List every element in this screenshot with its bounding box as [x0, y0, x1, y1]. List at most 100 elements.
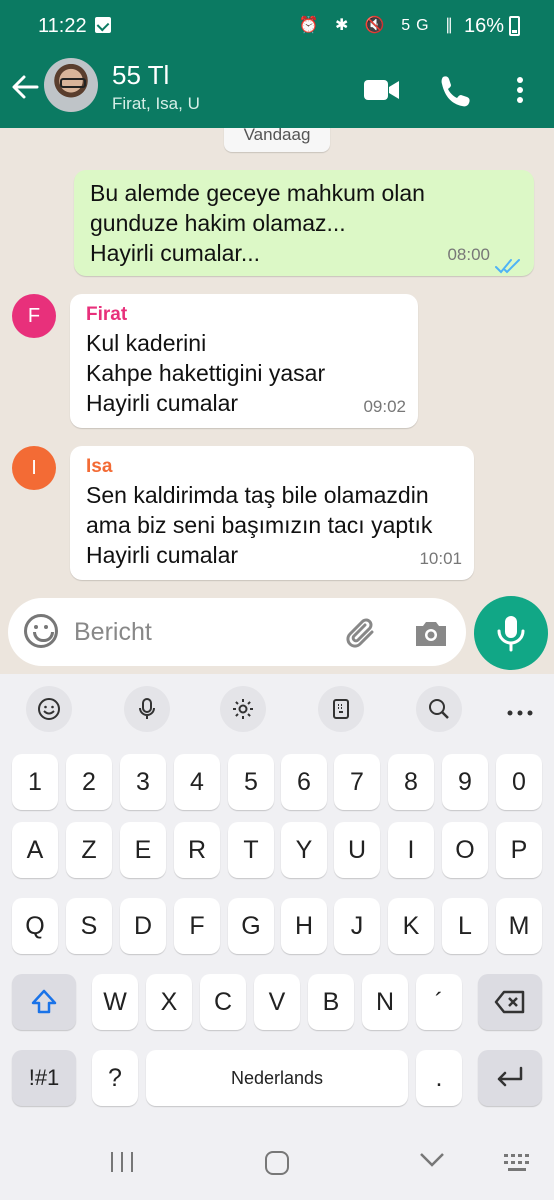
settings-gear-icon[interactable] — [220, 686, 266, 732]
key[interactable]: 8 — [388, 754, 434, 810]
voice-record-button[interactable] — [474, 596, 548, 670]
status-bar: 11:22 ⏰ ✱ 🔇 5G ∥ 16% — [0, 0, 554, 52]
video-call-icon[interactable] — [360, 70, 404, 110]
period-key[interactable]: . — [416, 1050, 462, 1106]
battery-percent: 16% — [463, 15, 504, 37]
shift-key[interactable] — [12, 974, 76, 1030]
keyboard-switch-icon[interactable] — [502, 1150, 532, 1179]
home-icon[interactable] — [264, 1150, 290, 1181]
key[interactable]: 4 — [174, 754, 220, 810]
enter-return-icon — [497, 1066, 523, 1087]
back-arrow-icon[interactable] — [10, 72, 40, 102]
sender-avatar-isa[interactable]: I — [12, 446, 56, 490]
sender-avatar-firat[interactable]: F — [12, 294, 56, 338]
system-navigation-bar — [0, 1122, 554, 1200]
more-options-icon[interactable] — [506, 704, 538, 716]
emoji-icon[interactable] — [24, 614, 58, 648]
key[interactable]: D — [120, 898, 166, 954]
key[interactable]: 7 — [334, 754, 380, 810]
key[interactable]: 0 — [496, 754, 542, 810]
key[interactable]: O — [442, 822, 488, 878]
key[interactable]: V — [254, 974, 300, 1030]
key[interactable]: P — [496, 822, 542, 878]
onscreen-keyboard: 1 2 3 4 5 6 7 8 9 0 A Z E R T Y U I O P … — [0, 674, 554, 1200]
key[interactable]: 9 — [442, 754, 488, 810]
key[interactable]: G — [228, 898, 274, 954]
message-time: 10:01 — [419, 549, 462, 568]
chat-header: 55 Tl Firat, Isa, U — [0, 52, 554, 128]
hide-keyboard-chevron-icon[interactable] — [418, 1150, 446, 1175]
overflow-menu-icon[interactable] — [500, 70, 540, 110]
emoji-keyboard-icon[interactable] — [26, 686, 72, 732]
backspace-icon — [494, 990, 525, 1014]
date-separator: Vandaag — [224, 128, 330, 152]
enter-key[interactable] — [478, 1050, 542, 1106]
outgoing-message[interactable]: Bu alemde geceye mahkum olan gunduze hak… — [74, 170, 534, 276]
microphone-icon — [497, 616, 525, 652]
key[interactable]: ´ — [416, 974, 462, 1030]
key[interactable]: A — [12, 822, 58, 878]
message-list[interactable]: Vandaag Bu alemde geceye mahkum olan gun… — [0, 128, 554, 674]
voice-call-icon[interactable] — [434, 70, 478, 110]
question-key[interactable]: ? — [92, 1050, 138, 1106]
attach-paperclip-icon[interactable] — [342, 614, 380, 652]
key[interactable]: Z — [66, 822, 112, 878]
message-line: Bu alemde geceye mahkum olan — [90, 180, 425, 206]
key[interactable]: 3 — [120, 754, 166, 810]
keyboard-toolbar — [0, 674, 554, 742]
key[interactable]: 1 — [12, 754, 58, 810]
shift-arrow-icon — [31, 989, 57, 1014]
key[interactable]: Y — [281, 822, 327, 878]
space-bar[interactable]: Nederlands — [146, 1050, 408, 1106]
incoming-message[interactable]: Firat Kul kaderini Kahpe hakettigini yas… — [70, 294, 418, 428]
sender-name[interactable]: Firat — [86, 302, 402, 328]
search-icon[interactable] — [416, 686, 462, 732]
key[interactable]: C — [200, 974, 246, 1030]
camera-icon[interactable] — [412, 614, 450, 652]
message-time: 09:02 — [363, 397, 406, 416]
backspace-key[interactable] — [478, 974, 542, 1030]
key[interactable]: H — [281, 898, 327, 954]
recent-apps-icon[interactable] — [108, 1150, 136, 1179]
key[interactable]: B — [308, 974, 354, 1030]
battery-icon — [509, 16, 520, 36]
key[interactable]: L — [442, 898, 488, 954]
key[interactable]: N — [362, 974, 408, 1030]
status-time: 11:22 — [38, 15, 87, 37]
key[interactable]: M — [496, 898, 542, 954]
message-line: Sen kaldirimda taş bile olamazdin — [86, 482, 429, 508]
key[interactable]: I — [388, 822, 434, 878]
keyboard-layout-icon[interactable] — [318, 686, 364, 732]
message-line: gunduze hakim olamaz... — [90, 210, 346, 236]
key[interactable]: 5 — [228, 754, 274, 810]
status-icons: ⏰ ✱ 🔇 5G ∥ — [298, 17, 459, 34]
key[interactable]: F — [174, 898, 220, 954]
key[interactable]: 6 — [281, 754, 327, 810]
chat-title[interactable]: 55 Tl — [112, 60, 169, 91]
key[interactable]: X — [146, 974, 192, 1030]
chat-participants[interactable]: Firat, Isa, U — [112, 94, 200, 114]
message-input[interactable] — [74, 614, 314, 650]
key[interactable]: J — [334, 898, 380, 954]
message-composer — [8, 598, 466, 666]
key[interactable]: S — [66, 898, 112, 954]
key[interactable]: Q — [12, 898, 58, 954]
key[interactable]: W — [92, 974, 138, 1030]
symbols-key[interactable]: !#1 — [12, 1050, 76, 1106]
voice-input-icon[interactable] — [124, 686, 170, 732]
group-avatar[interactable] — [44, 58, 98, 112]
incoming-message[interactable]: Isa Sen kaldirimda taş bile olamazdin am… — [70, 446, 474, 580]
key[interactable]: T — [228, 822, 274, 878]
sender-name[interactable]: Isa — [86, 454, 458, 480]
message-line: Kahpe hakettigini yasar — [86, 360, 326, 386]
key[interactable]: E — [120, 822, 166, 878]
key[interactable]: K — [388, 898, 434, 954]
message-line: Hayirli cumalar — [86, 390, 239, 416]
message-line: Kul kaderini — [86, 330, 207, 356]
read-receipt-icon — [494, 252, 522, 274]
key[interactable]: 2 — [66, 754, 112, 810]
key[interactable]: U — [334, 822, 380, 878]
message-line: ama biz seni başımızın tacı yaptık — [86, 512, 433, 538]
key[interactable]: R — [174, 822, 220, 878]
message-line: Hayirli cumalar — [86, 542, 239, 568]
